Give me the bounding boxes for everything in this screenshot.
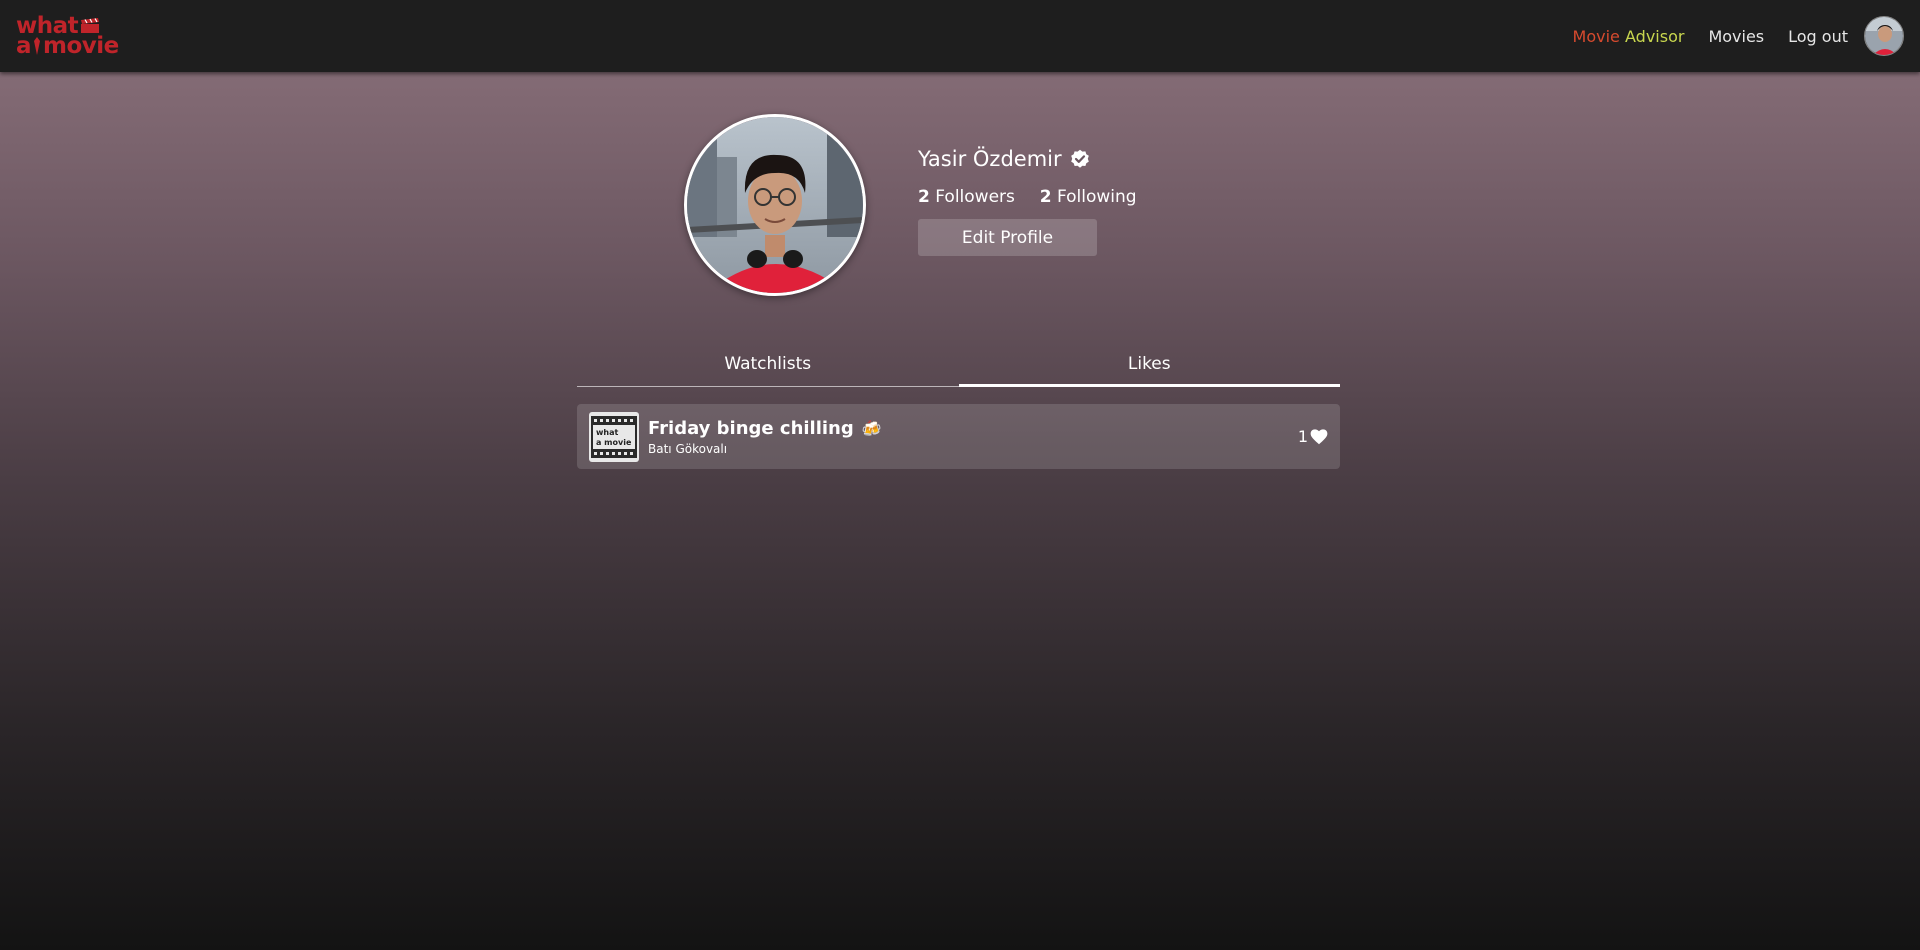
watchlist-title: Friday binge chilling — [648, 417, 854, 439]
profile-name-row: Yasir Özdemir — [918, 147, 1137, 171]
advisor-word-movie: Movie — [1572, 26, 1620, 46]
nav-links: Movie Advisor Movies Log out — [1549, 16, 1904, 56]
thumb-text-amovie: a movie — [596, 438, 632, 447]
nav-movies-link[interactable]: Movies — [1708, 27, 1764, 46]
followers-stat[interactable]: 2 Followers — [918, 187, 1020, 207]
logo[interactable]: what a movie — [16, 6, 119, 66]
logo-word-a: a — [16, 33, 32, 59]
logo-mark: what a movie — [16, 15, 119, 59]
watchlist-title-row: Friday binge chilling 🍻 — [648, 418, 882, 439]
avatar-photo — [1865, 17, 1903, 55]
profile-avatar — [684, 114, 866, 296]
watchlist-text: Friday binge chilling 🍻 Batı Gökovalı — [648, 418, 882, 456]
check-badge-icon — [1070, 149, 1089, 168]
watchlist-owner: Batı Gökovalı — [648, 441, 728, 456]
followers-label: Followers — [935, 187, 1015, 207]
user-avatar[interactable] — [1864, 16, 1904, 56]
profile-tabs: Watchlists Likes — [577, 350, 1340, 387]
beer-mugs-icon: 🍻 — [861, 418, 882, 438]
edit-profile-button[interactable]: Edit Profile — [918, 219, 1097, 256]
watchlist-thumbnail: what a movie — [589, 411, 639, 462]
like-count: 1 — [1297, 427, 1308, 446]
tab-watchlists[interactable]: Watchlists — [577, 350, 959, 387]
nav-movie-advisor-link[interactable]: Movie Advisor — [1573, 27, 1685, 46]
nav-logout-link[interactable]: Log out — [1788, 27, 1848, 46]
liked-watchlist-item[interactable]: what a movie Friday binge chilling 🍻 Bat… — [577, 404, 1340, 469]
profile-photo — [687, 117, 863, 293]
profile-header: Yasir Özdemir 2 Followers 2 Following Ed… — [684, 114, 1137, 296]
advisor-word-advisor: Advisor — [1625, 26, 1685, 46]
top-navbar: what a movie Movie Advisor Movies Log ou… — [0, 0, 1920, 72]
following-label: Following — [1056, 187, 1137, 207]
following-count: 2 — [1039, 187, 1052, 207]
follow-stats: 2 Followers 2 Following — [918, 187, 1137, 207]
thumb-text-what: what — [596, 428, 618, 437]
watchlist-likes: 1 — [1298, 427, 1328, 446]
followers-count: 2 — [918, 187, 930, 207]
tab-likes[interactable]: Likes — [958, 350, 1340, 387]
film-strip-logo: what a movie — [591, 415, 637, 458]
pen-icon — [34, 37, 41, 55]
clapperboard-icon — [81, 18, 100, 33]
profile-info: Yasir Özdemir 2 Followers 2 Following Ed… — [918, 114, 1137, 256]
logo-word-movie: movie — [43, 33, 119, 59]
heart-icon[interactable] — [1310, 428, 1328, 445]
following-stat[interactable]: 2 Following — [1040, 187, 1137, 207]
profile-name: Yasir Özdemir — [918, 147, 1062, 171]
